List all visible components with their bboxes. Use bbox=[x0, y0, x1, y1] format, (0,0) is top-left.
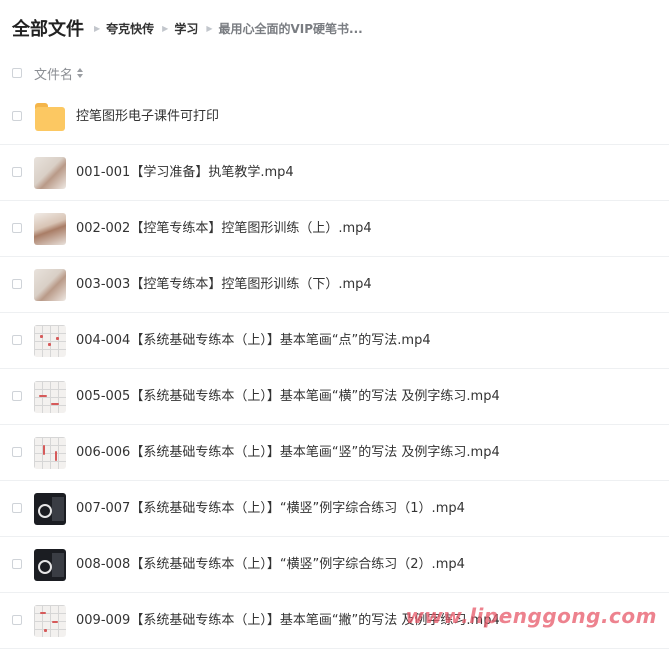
breadcrumb-separator-icon: ▶ bbox=[206, 23, 213, 33]
list-item[interactable]: 002-002【控笔专练本】控笔图形训练（上）.mp4 bbox=[0, 201, 669, 257]
file-list-header: 文件名 bbox=[0, 56, 669, 90]
breadcrumb-separator-icon: ▶ bbox=[94, 23, 101, 33]
video-thumbnail bbox=[34, 157, 66, 189]
row-checkbox[interactable] bbox=[12, 335, 22, 345]
row-checkbox[interactable] bbox=[12, 111, 22, 121]
sort-icon[interactable] bbox=[77, 68, 84, 78]
row-checkbox[interactable] bbox=[12, 615, 22, 625]
file-name[interactable]: 001-001【学习准备】执笔教学.mp4 bbox=[76, 145, 294, 201]
video-thumbnail bbox=[34, 213, 66, 245]
row-checkbox[interactable] bbox=[12, 167, 22, 177]
video-thumbnail bbox=[34, 437, 66, 469]
file-name[interactable]: 006-006【系统基础专练本（上）】基本笔画“竖”的写法 及例字练习.mp4 bbox=[76, 425, 500, 481]
video-thumbnail bbox=[34, 493, 66, 525]
file-name[interactable]: 008-008【系统基础专练本（上）】“横竖”例字综合练习（2）.mp4 bbox=[76, 537, 465, 593]
list-item[interactable]: 001-001【学习准备】执笔教学.mp4 bbox=[0, 145, 669, 201]
breadcrumb-separator-icon: ▶ bbox=[162, 23, 169, 33]
list-item[interactable]: 007-007【系统基础专练本（上）】“横竖”例字综合练习（1）.mp4 bbox=[0, 481, 669, 537]
video-thumbnail bbox=[34, 325, 66, 357]
select-all-checkbox[interactable] bbox=[12, 68, 22, 78]
file-name[interactable]: 控笔图形电子课件可打印 bbox=[76, 89, 219, 145]
list-item[interactable]: 006-006【系统基础专练本（上）】基本笔画“竖”的写法 及例字练习.mp4 bbox=[0, 425, 669, 481]
breadcrumb-item-study[interactable]: 学习 bbox=[174, 20, 198, 37]
breadcrumb: 全部文件 ▶ 夸克快传 ▶ 学习 ▶ 最用心全面的VIP硬笔书... bbox=[12, 12, 367, 44]
row-checkbox[interactable] bbox=[12, 391, 22, 401]
file-name[interactable]: 003-003【控笔专练本】控笔图形训练（下）.mp4 bbox=[76, 257, 372, 313]
video-thumbnail bbox=[34, 269, 66, 301]
list-item[interactable]: 008-008【系统基础专练本（上）】“横竖”例字综合练习（2）.mp4 bbox=[0, 537, 669, 593]
breadcrumb-root[interactable]: 全部文件 bbox=[12, 15, 84, 41]
file-name[interactable]: 007-007【系统基础专练本（上）】“横竖”例字综合练习（1）.mp4 bbox=[76, 481, 465, 537]
name-column-header[interactable]: 文件名 bbox=[34, 64, 84, 83]
file-list: 控笔图形电子课件可打印 001-001【学习准备】执笔教学.mp4 002-00… bbox=[0, 89, 669, 649]
list-item[interactable]: 005-005【系统基础专练本（上）】基本笔画“横”的写法 及例字练习.mp4 bbox=[0, 369, 669, 425]
video-thumbnail bbox=[34, 605, 66, 637]
row-checkbox[interactable] bbox=[12, 559, 22, 569]
list-item[interactable]: 003-003【控笔专练本】控笔图形训练（下）.mp4 bbox=[0, 257, 669, 313]
row-checkbox[interactable] bbox=[12, 279, 22, 289]
file-name[interactable]: 004-004【系统基础专练本（上）】基本笔画“点”的写法.mp4 bbox=[76, 313, 431, 369]
row-checkbox[interactable] bbox=[12, 223, 22, 233]
watermark-text: www.lipenggong.com bbox=[405, 604, 657, 628]
list-item[interactable]: 004-004【系统基础专练本（上）】基本笔画“点”的写法.mp4 bbox=[0, 313, 669, 369]
name-column-label: 文件名 bbox=[34, 67, 74, 83]
file-name[interactable]: 002-002【控笔专练本】控笔图形训练（上）.mp4 bbox=[76, 201, 372, 257]
breadcrumb-item-quark-transfer[interactable]: 夸克快传 bbox=[106, 20, 154, 37]
video-thumbnail bbox=[34, 381, 66, 413]
row-checkbox[interactable] bbox=[12, 447, 22, 457]
breadcrumb-item-current: 最用心全面的VIP硬笔书... bbox=[218, 21, 363, 36]
video-thumbnail bbox=[34, 549, 66, 581]
row-checkbox[interactable] bbox=[12, 503, 22, 513]
file-name[interactable]: 005-005【系统基础专练本（上）】基本笔画“横”的写法 及例字练习.mp4 bbox=[76, 369, 500, 425]
list-item[interactable]: 控笔图形电子课件可打印 bbox=[0, 89, 669, 145]
folder-icon bbox=[35, 103, 65, 131]
